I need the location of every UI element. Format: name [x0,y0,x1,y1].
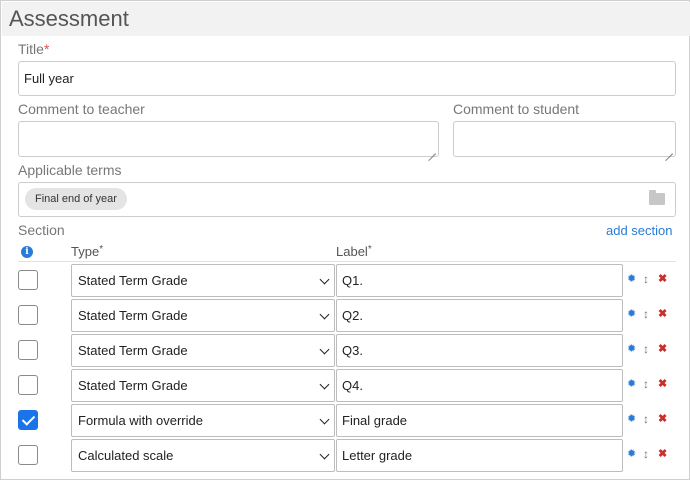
row-checkbox[interactable] [18,375,38,395]
label-input[interactable]: Q4. [336,369,623,402]
section-row: Stated Term Grade Q2. ✹ ↕ ✖ [1,298,690,333]
chevron-down-icon [319,449,330,460]
label-input[interactable]: Q2. [336,299,623,332]
label-header-text: Label [336,244,368,259]
type-select[interactable]: Stated Term Grade [71,264,335,297]
comment-teacher-label: Comment to teacher [18,101,145,117]
gear-icon[interactable]: ✹ [627,308,636,320]
row-checkbox[interactable] [18,270,38,290]
move-icon[interactable]: ↕ [643,343,649,355]
required-mark: * [43,41,50,57]
section-row: Stated Term Grade Q4. ✹ ↕ ✖ [1,368,690,403]
label-input[interactable]: Q3. [336,334,623,367]
resize-grip-icon[interactable] [665,146,673,154]
comment-student-input[interactable] [453,121,676,157]
title-label-text: Title [18,41,44,57]
move-icon[interactable]: ↕ [643,448,649,460]
type-select-value: Stated Term Grade [78,308,188,323]
type-select[interactable]: Stated Term Grade [71,334,335,367]
chevron-down-icon [319,414,330,425]
move-icon[interactable]: ↕ [643,273,649,285]
type-select[interactable]: Stated Term Grade [71,299,335,332]
type-select[interactable]: Calculated scale [71,439,335,472]
add-section-link[interactable]: add section [606,223,673,238]
delete-icon[interactable]: ✖ [658,448,667,460]
label-input-value: Q2. [342,308,363,323]
label-input-value: Letter grade [342,448,413,463]
move-icon[interactable]: ↕ [643,378,649,390]
resize-grip-icon[interactable] [428,146,436,154]
chevron-down-icon [319,309,330,320]
label-input-value: Q3. [342,343,363,358]
applicable-terms-label: Applicable terms [18,162,122,178]
type-select[interactable]: Stated Term Grade [71,369,335,402]
type-select-value: Stated Term Grade [78,343,188,358]
label-input-value: Final grade [342,413,408,428]
page-title: Assessment [9,6,129,31]
gear-icon[interactable]: ✹ [627,343,636,355]
folder-icon[interactable] [649,190,665,205]
section-row: Stated Term Grade Q3. ✹ ↕ ✖ [1,333,690,368]
chevron-down-icon [319,344,330,355]
label-input[interactable]: Q1. [336,264,623,297]
title-input[interactable]: Full year [18,61,676,96]
title-label: Title* [18,41,49,57]
row-checkbox[interactable] [18,340,38,360]
section-row: Calculated scale Letter grade ✹ ↕ ✖ [1,438,690,473]
label-input[interactable]: Final grade [336,404,623,437]
label-input-value: Q1. [342,273,363,288]
move-icon[interactable]: ↕ [643,413,649,425]
header-divider [18,261,676,262]
comment-student-label: Comment to student [453,101,580,117]
gear-icon[interactable]: ✹ [627,413,636,425]
chevron-down-icon [319,274,330,285]
delete-icon[interactable]: ✖ [658,378,667,390]
comment-teacher-input[interactable] [18,121,439,157]
gear-icon[interactable]: ✹ [627,448,636,460]
label-column-header: Label* [336,244,372,259]
type-select-value: Stated Term Grade [78,378,188,393]
section-row: Stated Term Grade Q1. ✹ ↕ ✖ [1,263,690,298]
label-input-value: Q4. [342,378,363,393]
row-checkbox[interactable] [18,410,38,430]
chevron-down-icon [319,379,330,390]
required-mark: * [99,244,104,255]
gear-icon[interactable]: ✹ [627,378,636,390]
type-header-text: Type [71,244,100,259]
type-select-value: Formula with override [78,413,203,428]
type-select-value: Calculated scale [78,448,174,463]
row-checkbox[interactable] [18,305,38,325]
move-icon[interactable]: ↕ [643,308,649,320]
delete-icon[interactable]: ✖ [658,343,667,355]
gear-icon[interactable]: ✹ [627,273,636,285]
row-checkbox[interactable] [18,445,38,465]
required-mark: * [367,244,372,255]
info-icon[interactable]: i [21,246,33,258]
type-select[interactable]: Formula with override [71,404,335,437]
section-label: Section [18,222,65,238]
type-select-value: Stated Term Grade [78,273,188,288]
term-tag[interactable]: Final end of year [25,188,127,210]
delete-icon[interactable]: ✖ [658,413,667,425]
panel-header: Assessment [2,2,690,36]
delete-icon[interactable]: ✖ [658,273,667,285]
title-input-value: Full year [24,71,74,86]
label-input[interactable]: Letter grade [336,439,623,472]
section-row: Formula with override Final grade ✹ ↕ ✖ [1,403,690,438]
delete-icon[interactable]: ✖ [658,308,667,320]
assessment-panel: Assessment Title* Full year Comment to t… [0,0,690,480]
type-column-header: Type* [71,244,103,259]
